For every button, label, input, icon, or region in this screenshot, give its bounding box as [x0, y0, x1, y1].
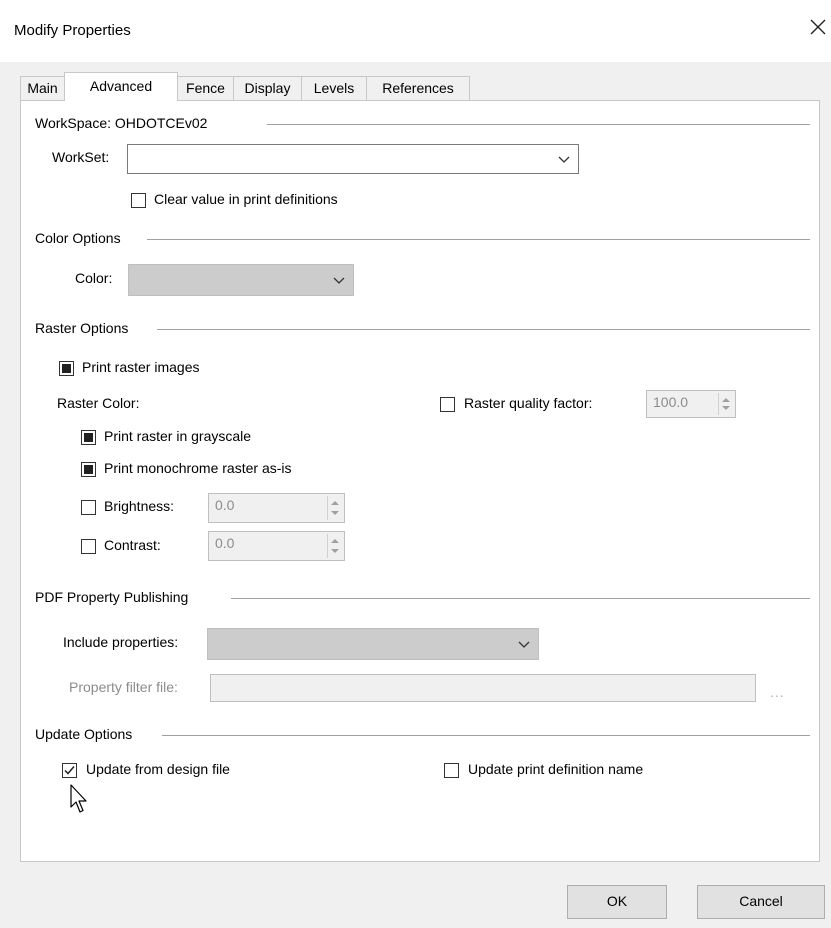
update-from-design-checkbox[interactable]	[62, 763, 77, 778]
workspace-divider	[267, 124, 810, 125]
color-label: Color:	[75, 270, 113, 286]
pdf-group-label: PDF Property Publishing	[35, 589, 189, 605]
update-options-divider	[162, 735, 810, 736]
include-properties-dropdown[interactable]	[207, 628, 539, 660]
update-print-def-label: Update print definition name	[468, 761, 644, 777]
color-dropdown[interactable]	[128, 264, 354, 296]
tab-levels[interactable]: Levels	[301, 76, 367, 100]
clear-value-label: Clear value in print definitions	[154, 191, 338, 207]
advanced-panel	[20, 100, 820, 862]
update-print-def-checkbox[interactable]	[444, 763, 459, 778]
clear-value-checkbox[interactable]	[131, 193, 146, 208]
contrast-value: 0.0	[215, 535, 235, 551]
title-bar: Modify Properties	[0, 0, 831, 62]
chevron-down-icon	[518, 641, 530, 648]
workspace-group-label: WorkSpace: OHDOTCEv02	[35, 115, 208, 131]
window-title: Modify Properties	[14, 22, 131, 39]
grayscale-checkbox[interactable]	[81, 430, 96, 445]
checkmark-icon	[64, 766, 75, 775]
spin-buttons[interactable]	[327, 534, 342, 558]
grayscale-label: Print raster in grayscale	[104, 428, 252, 444]
raster-quality-checkbox[interactable]	[440, 397, 455, 412]
color-options-divider	[147, 239, 810, 240]
contrast-spinner[interactable]: 0.0	[208, 531, 345, 561]
mouse-pointer-icon	[70, 784, 87, 813]
property-filter-label: Property filter file:	[69, 679, 178, 695]
update-from-design-label: Update from design file	[86, 761, 230, 777]
color-options-group-label: Color Options	[35, 230, 121, 246]
raster-quality-value: 100.0	[653, 394, 689, 410]
update-options-group-label: Update Options	[35, 726, 133, 742]
include-properties-label: Include properties:	[63, 634, 179, 650]
tab-display[interactable]: Display	[233, 76, 302, 100]
brightness-label: Brightness:	[104, 498, 175, 514]
chevron-down-icon	[333, 277, 345, 284]
contrast-label: Contrast:	[104, 537, 161, 553]
tab-advanced[interactable]: Advanced	[64, 72, 178, 101]
close-icon[interactable]	[806, 15, 830, 39]
raster-options-group-label: Raster Options	[35, 320, 129, 336]
tab-references[interactable]: References	[366, 76, 470, 100]
spin-buttons[interactable]	[327, 496, 342, 520]
workset-label: WorkSet:	[52, 149, 110, 165]
tab-fence[interactable]: Fence	[177, 76, 234, 100]
tab-main[interactable]: Main	[20, 76, 65, 100]
contrast-checkbox[interactable]	[81, 539, 96, 554]
brightness-spinner[interactable]: 0.0	[208, 493, 345, 523]
raster-color-label: Raster Color:	[57, 395, 140, 411]
monochrome-label: Print monochrome raster as-is	[104, 460, 292, 476]
property-filter-input[interactable]	[210, 674, 756, 702]
cancel-button[interactable]: Cancel	[697, 885, 825, 919]
spin-buttons[interactable]	[718, 393, 733, 415]
monochrome-checkbox[interactable]	[81, 462, 96, 477]
ok-button[interactable]: OK	[567, 885, 667, 919]
raster-quality-spinner[interactable]: 100.0	[646, 390, 736, 418]
brightness-value: 0.0	[215, 497, 235, 513]
brightness-checkbox[interactable]	[81, 500, 96, 515]
raster-options-divider	[157, 329, 810, 330]
print-raster-label: Print raster images	[82, 359, 200, 375]
chevron-down-icon	[558, 156, 570, 163]
print-raster-checkbox[interactable]	[59, 361, 74, 376]
workset-dropdown[interactable]	[127, 144, 579, 174]
pdf-divider	[231, 598, 810, 599]
browse-button[interactable]: ...	[770, 684, 785, 700]
raster-quality-label: Raster quality factor:	[464, 395, 593, 411]
